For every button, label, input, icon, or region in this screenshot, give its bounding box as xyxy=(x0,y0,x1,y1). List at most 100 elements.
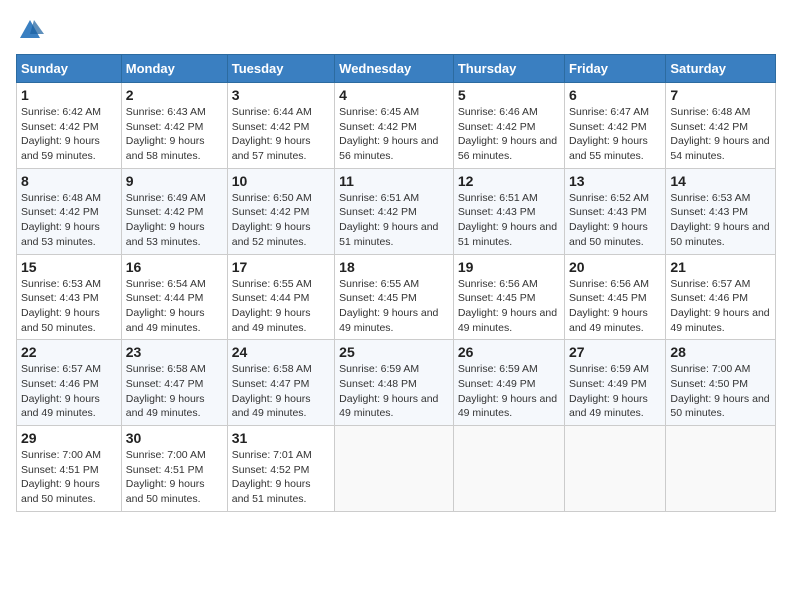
day-info: Sunrise: 6:43 AM Sunset: 4:42 PM Dayligh… xyxy=(126,105,223,164)
daylight-label: Daylight: 9 hours and 54 minutes. xyxy=(670,135,769,162)
daylight-label: Daylight: 9 hours and 49 minutes. xyxy=(458,307,557,334)
day-number: 8 xyxy=(21,173,117,189)
day-info: Sunrise: 7:00 AM Sunset: 4:51 PM Dayligh… xyxy=(126,448,223,507)
sunset-label: Sunset: 4:45 PM xyxy=(339,292,417,304)
calendar-cell: 25 Sunrise: 6:59 AM Sunset: 4:48 PM Dayl… xyxy=(335,340,454,426)
day-info: Sunrise: 6:51 AM Sunset: 4:43 PM Dayligh… xyxy=(458,191,560,250)
calendar-cell xyxy=(666,426,776,512)
day-number: 7 xyxy=(670,87,771,103)
logo xyxy=(16,16,48,44)
sunset-label: Sunset: 4:42 PM xyxy=(458,121,536,133)
daylight-label: Daylight: 9 hours and 49 minutes. xyxy=(670,307,769,334)
day-info: Sunrise: 6:54 AM Sunset: 4:44 PM Dayligh… xyxy=(126,277,223,336)
sunrise-label: Sunrise: 6:52 AM xyxy=(569,192,649,204)
sunrise-label: Sunrise: 6:53 AM xyxy=(670,192,750,204)
sunrise-label: Sunrise: 6:44 AM xyxy=(232,106,312,118)
weekday-header-thursday: Thursday xyxy=(453,55,564,83)
sunrise-label: Sunrise: 6:47 AM xyxy=(569,106,649,118)
weekday-header-saturday: Saturday xyxy=(666,55,776,83)
sunrise-label: Sunrise: 6:43 AM xyxy=(126,106,206,118)
day-number: 23 xyxy=(126,344,223,360)
sunset-label: Sunset: 4:43 PM xyxy=(21,292,99,304)
day-number: 17 xyxy=(232,259,330,275)
sunset-label: Sunset: 4:42 PM xyxy=(232,206,310,218)
sunset-label: Sunset: 4:42 PM xyxy=(21,206,99,218)
day-number: 27 xyxy=(569,344,661,360)
calendar-cell xyxy=(565,426,666,512)
day-number: 22 xyxy=(21,344,117,360)
calendar-week-2: 8 Sunrise: 6:48 AM Sunset: 4:42 PM Dayli… xyxy=(17,168,776,254)
daylight-label: Daylight: 9 hours and 50 minutes. xyxy=(670,221,769,248)
logo-icon xyxy=(16,16,44,44)
sunrise-label: Sunrise: 6:58 AM xyxy=(126,363,206,375)
day-number: 28 xyxy=(670,344,771,360)
day-info: Sunrise: 6:56 AM Sunset: 4:45 PM Dayligh… xyxy=(569,277,661,336)
day-info: Sunrise: 6:46 AM Sunset: 4:42 PM Dayligh… xyxy=(458,105,560,164)
calendar-cell: 24 Sunrise: 6:58 AM Sunset: 4:47 PM Dayl… xyxy=(227,340,334,426)
calendar-cell: 17 Sunrise: 6:55 AM Sunset: 4:44 PM Dayl… xyxy=(227,254,334,340)
weekday-header-wednesday: Wednesday xyxy=(335,55,454,83)
day-info: Sunrise: 7:00 AM Sunset: 4:51 PM Dayligh… xyxy=(21,448,117,507)
calendar-cell: 14 Sunrise: 6:53 AM Sunset: 4:43 PM Dayl… xyxy=(666,168,776,254)
day-info: Sunrise: 6:44 AM Sunset: 4:42 PM Dayligh… xyxy=(232,105,330,164)
day-number: 19 xyxy=(458,259,560,275)
daylight-label: Daylight: 9 hours and 56 minutes. xyxy=(458,135,557,162)
day-info: Sunrise: 6:58 AM Sunset: 4:47 PM Dayligh… xyxy=(126,362,223,421)
sunrise-label: Sunrise: 6:48 AM xyxy=(670,106,750,118)
sunrise-label: Sunrise: 7:00 AM xyxy=(670,363,750,375)
sunrise-label: Sunrise: 6:49 AM xyxy=(126,192,206,204)
sunset-label: Sunset: 4:49 PM xyxy=(458,378,536,390)
calendar-cell: 15 Sunrise: 6:53 AM Sunset: 4:43 PM Dayl… xyxy=(17,254,122,340)
sunset-label: Sunset: 4:43 PM xyxy=(670,206,748,218)
sunset-label: Sunset: 4:51 PM xyxy=(126,464,204,476)
day-number: 1 xyxy=(21,87,117,103)
sunset-label: Sunset: 4:42 PM xyxy=(339,206,417,218)
sunrise-label: Sunrise: 7:00 AM xyxy=(126,449,206,461)
weekday-header-sunday: Sunday xyxy=(17,55,122,83)
sunset-label: Sunset: 4:43 PM xyxy=(458,206,536,218)
sunset-label: Sunset: 4:45 PM xyxy=(569,292,647,304)
calendar-cell: 21 Sunrise: 6:57 AM Sunset: 4:46 PM Dayl… xyxy=(666,254,776,340)
calendar-cell: 29 Sunrise: 7:00 AM Sunset: 4:51 PM Dayl… xyxy=(17,426,122,512)
sunset-label: Sunset: 4:42 PM xyxy=(21,121,99,133)
calendar-cell: 1 Sunrise: 6:42 AM Sunset: 4:42 PM Dayli… xyxy=(17,83,122,169)
daylight-label: Daylight: 9 hours and 49 minutes. xyxy=(232,307,311,334)
day-number: 9 xyxy=(126,173,223,189)
day-info: Sunrise: 6:53 AM Sunset: 4:43 PM Dayligh… xyxy=(670,191,771,250)
day-info: Sunrise: 6:58 AM Sunset: 4:47 PM Dayligh… xyxy=(232,362,330,421)
daylight-label: Daylight: 9 hours and 53 minutes. xyxy=(126,221,205,248)
sunrise-label: Sunrise: 6:51 AM xyxy=(458,192,538,204)
daylight-label: Daylight: 9 hours and 57 minutes. xyxy=(232,135,311,162)
calendar-cell: 6 Sunrise: 6:47 AM Sunset: 4:42 PM Dayli… xyxy=(565,83,666,169)
daylight-label: Daylight: 9 hours and 49 minutes. xyxy=(569,307,648,334)
day-info: Sunrise: 6:55 AM Sunset: 4:45 PM Dayligh… xyxy=(339,277,449,336)
day-number: 15 xyxy=(21,259,117,275)
day-number: 11 xyxy=(339,173,449,189)
sunrise-label: Sunrise: 6:57 AM xyxy=(670,278,750,290)
daylight-label: Daylight: 9 hours and 51 minutes. xyxy=(232,478,311,505)
calendar-table: SundayMondayTuesdayWednesdayThursdayFrid… xyxy=(16,54,776,512)
calendar-cell: 13 Sunrise: 6:52 AM Sunset: 4:43 PM Dayl… xyxy=(565,168,666,254)
sunrise-label: Sunrise: 6:55 AM xyxy=(339,278,419,290)
day-info: Sunrise: 6:48 AM Sunset: 4:42 PM Dayligh… xyxy=(670,105,771,164)
sunset-label: Sunset: 4:44 PM xyxy=(232,292,310,304)
sunset-label: Sunset: 4:42 PM xyxy=(232,121,310,133)
calendar-cell: 2 Sunrise: 6:43 AM Sunset: 4:42 PM Dayli… xyxy=(121,83,227,169)
sunrise-label: Sunrise: 6:56 AM xyxy=(458,278,538,290)
sunrise-label: Sunrise: 6:59 AM xyxy=(458,363,538,375)
day-info: Sunrise: 6:50 AM Sunset: 4:42 PM Dayligh… xyxy=(232,191,330,250)
sunset-label: Sunset: 4:46 PM xyxy=(670,292,748,304)
sunset-label: Sunset: 4:52 PM xyxy=(232,464,310,476)
day-number: 29 xyxy=(21,430,117,446)
weekday-header-tuesday: Tuesday xyxy=(227,55,334,83)
calendar-week-5: 29 Sunrise: 7:00 AM Sunset: 4:51 PM Dayl… xyxy=(17,426,776,512)
sunrise-label: Sunrise: 6:59 AM xyxy=(569,363,649,375)
sunrise-label: Sunrise: 6:45 AM xyxy=(339,106,419,118)
day-info: Sunrise: 7:01 AM Sunset: 4:52 PM Dayligh… xyxy=(232,448,330,507)
day-number: 13 xyxy=(569,173,661,189)
calendar-cell: 18 Sunrise: 6:55 AM Sunset: 4:45 PM Dayl… xyxy=(335,254,454,340)
sunrise-label: Sunrise: 6:42 AM xyxy=(21,106,101,118)
calendar-cell xyxy=(453,426,564,512)
day-info: Sunrise: 6:57 AM Sunset: 4:46 PM Dayligh… xyxy=(670,277,771,336)
day-info: Sunrise: 6:48 AM Sunset: 4:42 PM Dayligh… xyxy=(21,191,117,250)
